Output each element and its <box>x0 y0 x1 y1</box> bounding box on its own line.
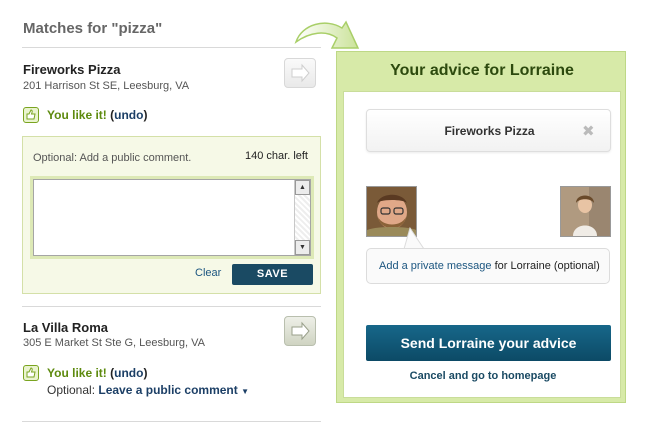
save-button[interactable]: SAVE <box>232 264 313 285</box>
like-status: You like it! (undo) <box>47 108 148 122</box>
cancel-link[interactable]: Cancel and go to homepage <box>344 370 622 382</box>
arrow-right-icon <box>291 321 310 341</box>
leave-public-comment-link[interactable]: Leave a public comment <box>98 383 237 397</box>
select-restaurant-button[interactable] <box>284 316 316 346</box>
scroll-down-icon[interactable]: ▼ <box>295 240 310 255</box>
divider <box>22 47 321 48</box>
thumbs-up-icon <box>23 365 39 381</box>
close-icon[interactable]: ✖ <box>582 122 595 140</box>
send-advice-button[interactable]: Send Lorraine your advice <box>366 325 611 361</box>
arrow-right-icon <box>291 63 310 83</box>
like-text: You like it! <box>47 108 107 122</box>
like-text: You like it! <box>47 366 107 380</box>
matches-title: Matches for "pizza" <box>23 20 163 37</box>
scroll-up-icon[interactable]: ▲ <box>295 180 310 195</box>
advice-panel: Your advice for Lorraine Fireworks Pizza… <box>336 51 626 403</box>
restaurant-address: 201 Harrison St SE, Leesburg, VA <box>23 80 190 92</box>
divider <box>22 306 321 307</box>
leave-comment-row: Optional: Leave a public comment ▼ <box>47 383 249 397</box>
avatar <box>560 186 611 237</box>
matches-column: Matches for "pizza" Fireworks Pizza 201 … <box>0 0 330 428</box>
restaurant-name[interactable]: La Villa Roma <box>23 320 108 335</box>
like-status: You like it! (undo) <box>47 366 148 380</box>
selected-restaurant-card: Fireworks Pizza ✖ <box>366 109 611 152</box>
advice-title: Your advice for Lorraine <box>390 62 574 79</box>
undo-link[interactable]: undo <box>114 108 143 122</box>
advice-panel-body: Fireworks Pizza ✖ Add a private message … <box>343 91 621 398</box>
chars-left-counter: 140 char. left <box>245 150 308 162</box>
private-message-box: Add a private message for Lorraine (opti… <box>366 248 610 284</box>
optional-label: Optional: <box>47 383 96 397</box>
chevron-down-icon[interactable]: ▼ <box>241 387 249 396</box>
undo-link[interactable]: undo <box>114 366 143 380</box>
comment-textarea[interactable]: ▲ ▼ <box>30 176 314 259</box>
divider <box>22 421 321 422</box>
comment-optional-label: Optional: Add a public comment. <box>33 152 192 164</box>
speech-pointer <box>403 226 425 250</box>
selected-restaurant-name: Fireworks Pizza <box>444 124 535 138</box>
textarea-scrollbar[interactable]: ▲ ▼ <box>294 180 310 255</box>
add-private-message-link[interactable]: Add a private message <box>379 260 492 272</box>
thumbs-up-icon <box>23 107 39 123</box>
comment-box: Optional: Add a public comment. 140 char… <box>22 136 321 294</box>
private-message-suffix: for Lorraine (optional) <box>491 260 600 272</box>
restaurant-name[interactable]: Fireworks Pizza <box>23 62 121 77</box>
restaurant-address: 305 E Market St Ste G, Leesburg, VA <box>23 337 205 349</box>
clear-link[interactable]: Clear <box>195 267 221 279</box>
select-restaurant-button[interactable] <box>284 58 316 88</box>
